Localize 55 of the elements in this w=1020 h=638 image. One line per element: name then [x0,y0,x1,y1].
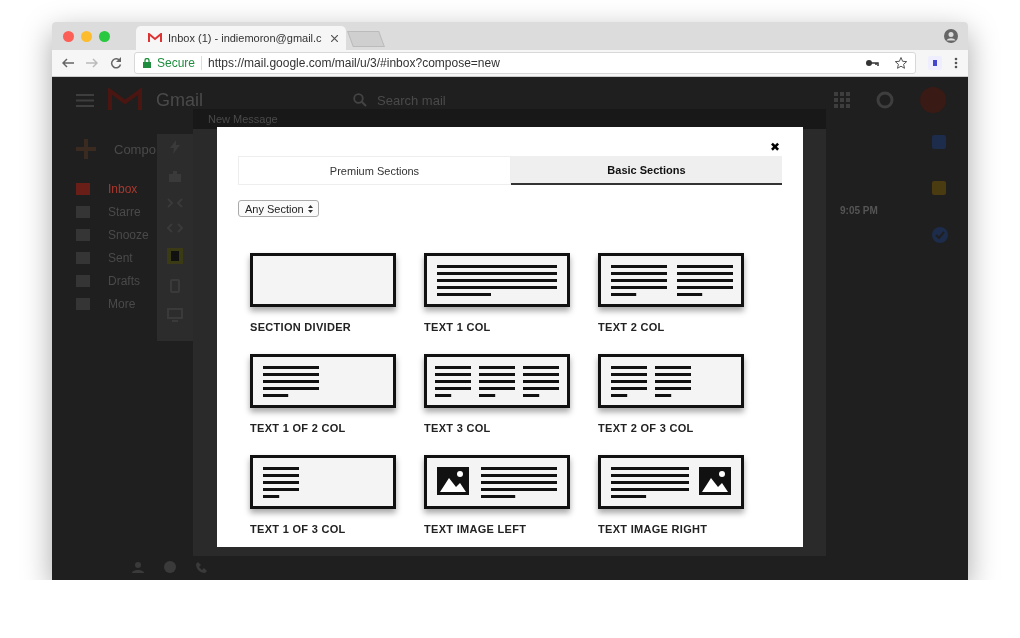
section-tab[interactable]: Basic Sections [511,156,782,185]
section-label: TEXT 2 OF 3 COL [598,422,694,434]
section-thumbnail[interactable] [424,455,570,509]
url-text: https://mail.google.com/mail/u/3/#inbox?compose=new [208,56,501,70]
nav-item[interactable]: Inbox [76,177,156,200]
mail-envelope-icon [148,33,162,43]
close-icon[interactable] [331,34,338,42]
section-label: TEXT 2 COL [598,321,665,333]
maximize-window-button[interactable] [99,31,110,42]
section-thumbnail[interactable] [250,455,396,509]
avatar[interactable] [920,87,946,113]
section-label: TEXT IMAGE LEFT [424,523,527,535]
section-thumbnail[interactable] [598,455,744,509]
extension-icon[interactable] [928,56,942,70]
back-icon[interactable] [62,58,74,68]
new-tab-button[interactable] [347,31,385,47]
star-icon[interactable] [895,57,907,69]
menu-icon[interactable] [76,93,94,107]
secure-label: Secure [157,56,203,70]
forward-icon[interactable] [86,58,98,68]
calendar-icon[interactable] [932,135,946,149]
apps-grid-icon[interactable] [834,92,850,108]
profile-icon[interactable] [944,29,958,43]
section-thumbnail[interactable] [250,354,396,408]
section-label: TEXT 1 OF 3 COL [250,523,346,535]
updown-caret-icon [307,204,313,213]
key-icon[interactable] [865,59,879,67]
reload-icon[interactable] [110,57,122,69]
search-icon[interactable] [353,93,367,107]
minimize-window-button[interactable] [81,31,92,42]
section-label: TEXT 1 OF 2 COL [250,422,346,434]
lock-icon [143,58,151,68]
plus-icon [76,139,96,159]
more-menu-icon[interactable] [954,57,958,69]
document-icon[interactable] [167,248,183,264]
section-filter-dropdown[interactable]: Any Section [238,200,319,217]
section-thumbnail[interactable] [424,253,570,307]
section-label: TEXT 3 COL [424,422,491,434]
close-button[interactable]: ✖ [768,139,782,155]
nav-item-icon [76,182,90,195]
address-bar[interactable]: Secure https://mail.google.com/mail/u/3/#inbox?compose=new [134,52,916,74]
section-tab[interactable]: Premium Sections [238,156,511,185]
section-thumbnail[interactable] [598,253,744,307]
section-thumbnail[interactable] [424,354,570,408]
section-label: TEXT 1 COL [424,321,491,333]
section-label: SECTION DIVIDER [250,321,352,333]
section-thumbnail[interactable] [250,253,396,307]
browser-tab[interactable]: Inbox (1) - indiemoron@gmail.c [136,26,346,50]
check-circle-icon[interactable] [932,227,948,243]
note-icon[interactable] [932,181,946,195]
phone-icon[interactable] [196,561,208,573]
section-label: TEXT IMAGE RIGHT [598,523,708,535]
close-window-button[interactable] [63,31,74,42]
person-icon[interactable] [132,561,144,573]
section-thumbnail[interactable] [598,354,744,408]
